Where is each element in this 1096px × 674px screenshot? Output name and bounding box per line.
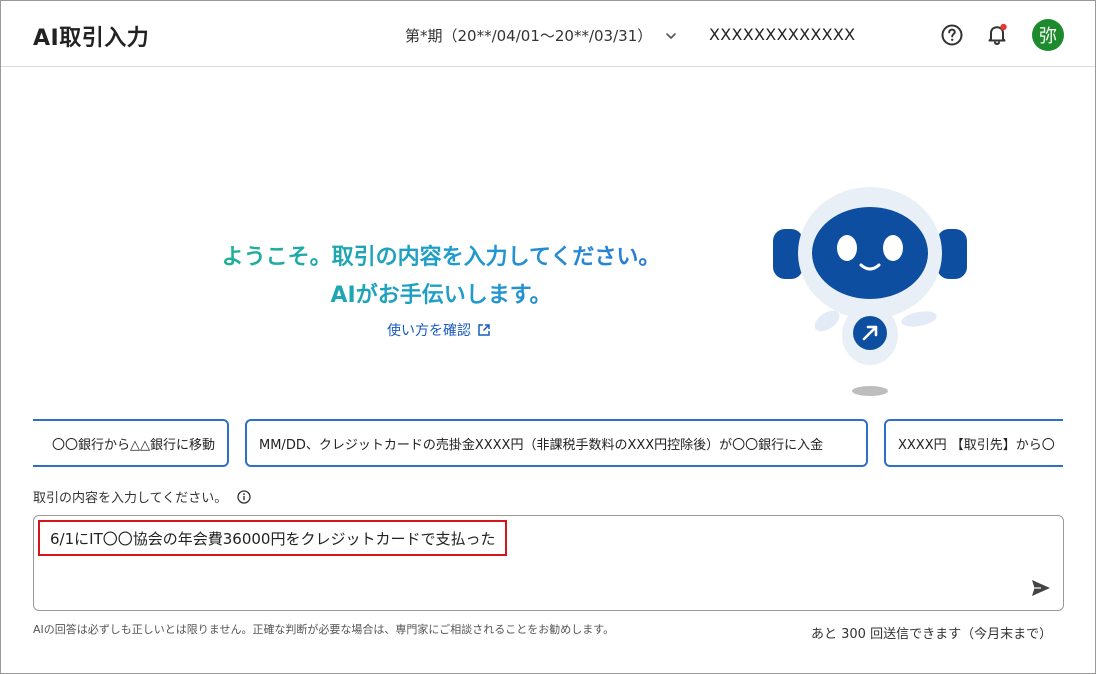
period-label: 第*期（20**/04/01〜20**/03/31） xyxy=(405,27,653,45)
avatar[interactable]: 弥 xyxy=(1032,19,1064,51)
notification-dot xyxy=(1000,23,1007,31)
welcome-line-1: ようこそ。取引の内容を入力してください。 xyxy=(171,239,711,277)
input-label-text: 取引の内容を入力してください。 xyxy=(33,491,228,506)
input-label: 取引の内容を入力してください。 xyxy=(33,487,251,506)
remaining-count: あと 300 回送信できます（今月末まで） xyxy=(811,627,1053,642)
welcome-message: ようこそ。取引の内容を入力してください。 AIがお手伝いします。 xyxy=(171,239,711,315)
suggestion-chip[interactable]: 〇〇銀行から△△銀行に移動 xyxy=(33,419,229,467)
help-circle-icon[interactable] xyxy=(940,23,964,47)
chevron-down-icon xyxy=(666,32,677,39)
ai-disclaimer: AIの回答は必ずしも正しいとは限りません。正確な判断が必要な場合は、専門家にご相… xyxy=(33,623,615,636)
howto-link-label: 使い方を確認 xyxy=(387,323,471,339)
robot-mascot-icon xyxy=(773,187,967,396)
period-selector[interactable]: 第*期（20**/04/01〜20**/03/31） xyxy=(405,25,678,46)
page-title: AI取引入力 xyxy=(33,26,150,51)
send-icon[interactable] xyxy=(1030,578,1052,598)
input-text-value: 6/1にIT〇〇協会の年会費36000円をクレジットカードで支払った xyxy=(38,520,508,556)
company-name: XXXXXXXXXXXXX xyxy=(709,25,856,44)
welcome-line-2: AIがお手伝いします。 xyxy=(171,277,711,315)
app-frame: AI取引入力 第*期（20**/04/01〜20**/03/31） XXXXXX… xyxy=(0,0,1096,674)
suggestion-chip[interactable]: MM/DD、クレジットカードの売掛金XXXX円（非課税手数料のXXX円控除後）が… xyxy=(245,419,868,467)
info-icon[interactable] xyxy=(237,489,251,504)
suggestion-chips: 〇〇銀行から△△銀行に移動 MM/DD、クレジットカードの売掛金XXXX円（非課… xyxy=(33,419,1063,469)
app-header: AI取引入力 第*期（20**/04/01〜20**/03/31） XXXXXX… xyxy=(1,1,1095,67)
external-link-icon xyxy=(478,324,490,336)
bell-icon[interactable] xyxy=(984,21,1010,47)
howto-link[interactable]: 使い方を確認 xyxy=(387,320,491,340)
transaction-input[interactable]: 6/1にIT〇〇協会の年会費36000円をクレジットカードで支払った xyxy=(33,515,1064,611)
suggestion-chip[interactable]: XXXX円 【取引先】から〇 xyxy=(884,419,1063,467)
